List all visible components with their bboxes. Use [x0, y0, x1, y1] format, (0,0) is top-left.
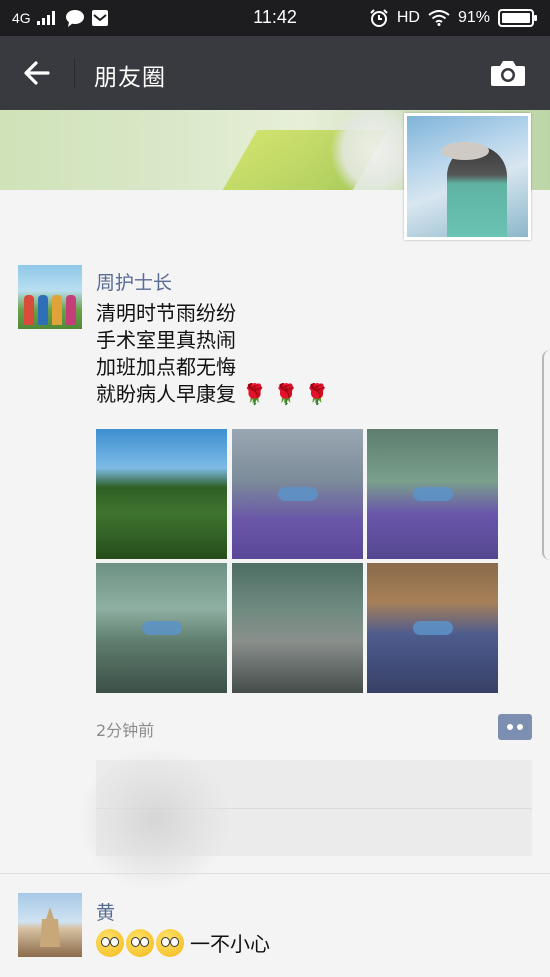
post-line-4-text: 就盼病人早康复: [96, 382, 236, 406]
edge-handle[interactable]: [542, 350, 550, 560]
photo-thumbnail[interactable]: [367, 429, 498, 559]
shocked-emoji-icon: [156, 928, 184, 957]
post-line-4: 就盼病人早康复 🌹 🌹 🌹: [96, 381, 330, 408]
page-title: 朋友圈: [94, 65, 166, 91]
post-author-avatar[interactable]: [18, 265, 82, 329]
comment-dot: [507, 724, 513, 730]
post-divider: [0, 873, 550, 874]
surgical-cap: [141, 621, 182, 635]
comment-dot: [517, 724, 523, 730]
castle-image: [40, 907, 60, 947]
post-text: 一不小心: [96, 928, 270, 957]
photo-thumbnail[interactable]: [96, 429, 227, 559]
redaction-scribble: [80, 750, 230, 890]
comment-icon[interactable]: [498, 714, 532, 740]
status-bar: 4G 11:42 HD 91%: [0, 0, 550, 36]
nav-bar: 朋友圈: [0, 36, 550, 110]
post-line-3: 加班加点都无悔: [96, 355, 236, 379]
wifi-icon: [428, 10, 450, 26]
post-line-1: 清明时节雨纷纷: [96, 301, 236, 325]
post-text-content: 一不小心: [190, 932, 270, 956]
avatar-person: [447, 146, 507, 237]
avatar-figure: [38, 295, 48, 325]
shocked-emoji-icon: [96, 928, 124, 957]
surgical-cap: [277, 487, 318, 501]
photo-grid: [96, 429, 498, 693]
hd-label: HD: [396, 9, 420, 26]
surgical-cap: [412, 621, 453, 635]
battery-label: 91%: [457, 9, 490, 26]
my-avatar[interactable]: [404, 113, 531, 240]
post-author-avatar[interactable]: [18, 893, 82, 957]
battery-icon: [498, 9, 537, 27]
photo-content: [232, 563, 363, 693]
post-timestamp: 2分钟前: [96, 721, 155, 740]
photo-thumbnail[interactable]: [232, 429, 363, 559]
post-author-name[interactable]: 黄: [96, 898, 115, 925]
shocked-emoji-icon: [126, 928, 154, 957]
avatar-figure: [24, 295, 34, 325]
post-line-2: 手术室里真热闹: [96, 328, 236, 352]
photo-thumbnail[interactable]: [232, 563, 363, 693]
nav-separator: [74, 58, 75, 88]
avatar-figure: [52, 295, 62, 325]
photo-thumbnail[interactable]: [96, 563, 227, 693]
avatar-hat: [441, 142, 489, 160]
status-right: HD 91%: [369, 8, 538, 28]
surgical-cap: [412, 487, 453, 501]
avatar-figure: [66, 295, 76, 325]
rose-emoji: 🌹 🌹 🌹: [242, 382, 330, 406]
camera-icon[interactable]: [490, 58, 526, 88]
photo-content: [96, 429, 227, 559]
alarm-icon: [370, 9, 388, 27]
photo-thumbnail[interactable]: [367, 563, 498, 693]
back-arrow-icon[interactable]: [20, 56, 54, 90]
post-author-name[interactable]: 周护士长: [96, 268, 172, 295]
